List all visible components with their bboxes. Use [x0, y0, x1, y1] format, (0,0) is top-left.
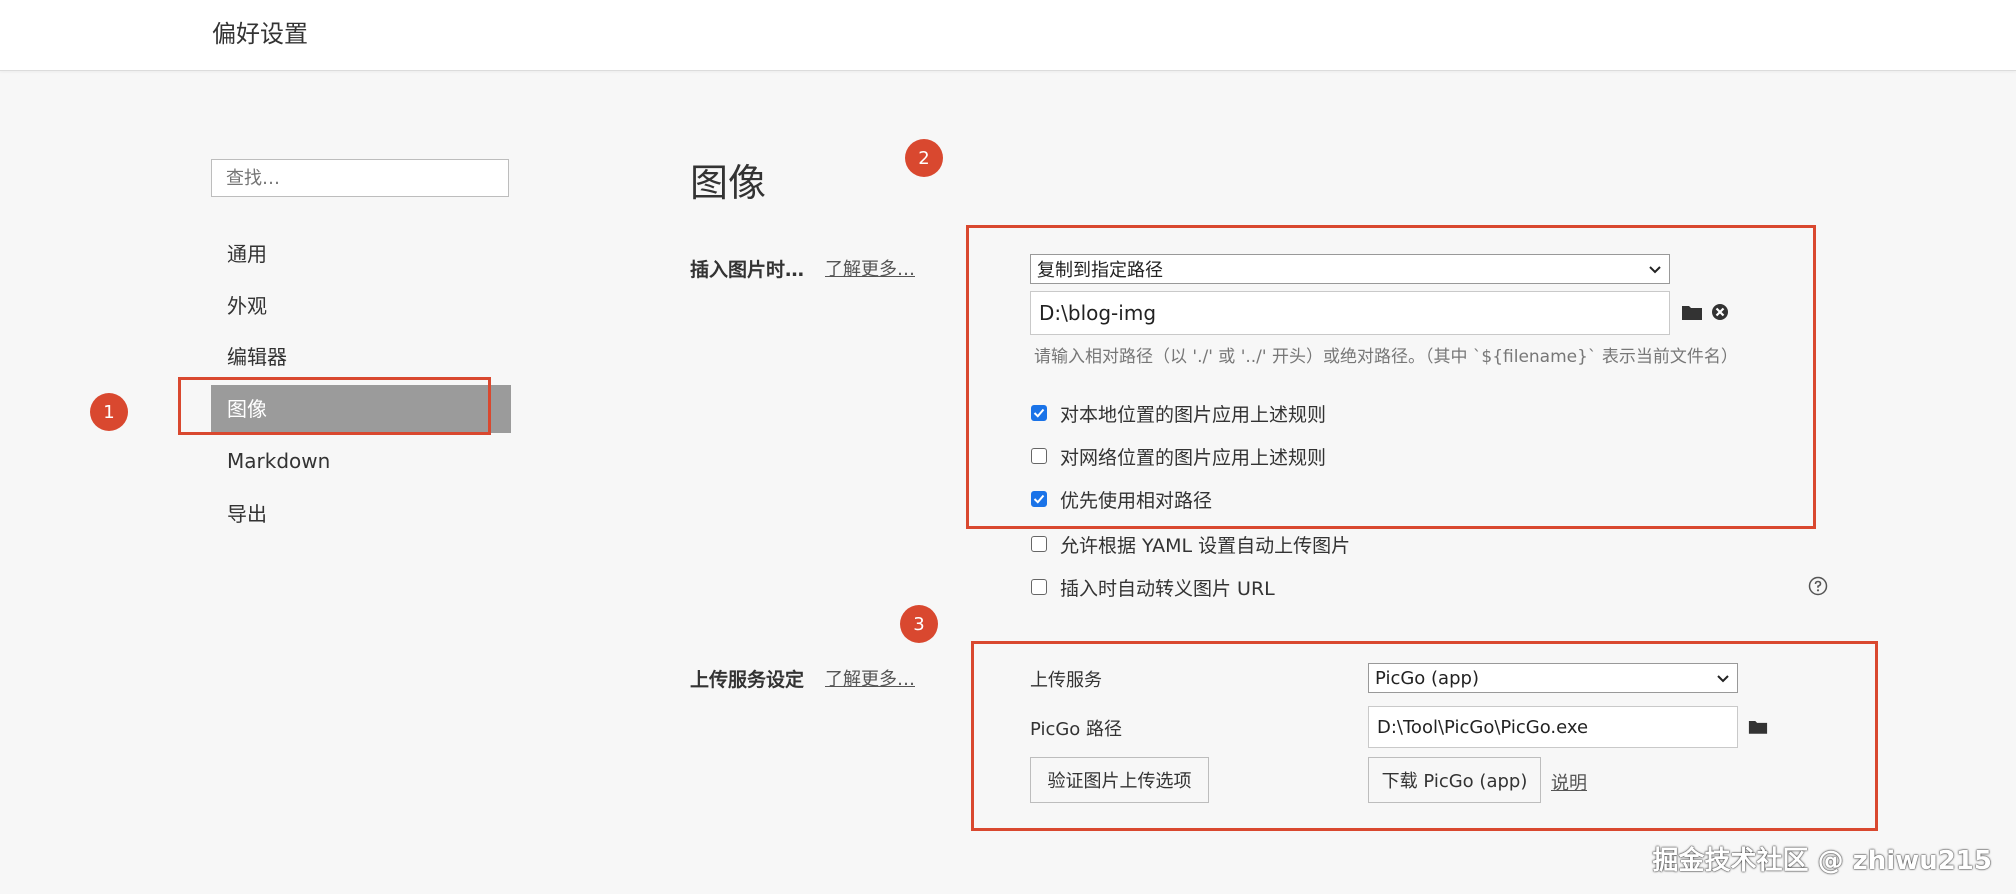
annotation-marker-2: 2 — [905, 139, 943, 177]
sidebar-item-appearance[interactable]: 外观 — [211, 282, 511, 330]
escape-url-checkbox[interactable] — [1031, 579, 1047, 595]
watermark-text: 掘金技术社区 @ zhiwu215 — [1652, 846, 1992, 876]
annotation-marker-1: 1 — [90, 393, 128, 431]
insert-image-section-label: 插入图片时… — [690, 259, 805, 281]
sidebar-item-export[interactable]: 导出 — [211, 490, 511, 538]
escape-url-label: 插入时自动转义图片 URL — [1060, 578, 1275, 600]
sidebar-item-markdown[interactable]: Markdown — [211, 437, 511, 485]
annotation-box-3 — [971, 641, 1878, 831]
yaml-upload-label: 允许根据 YAML 设置自动上传图片 — [1060, 535, 1351, 557]
yaml-upload-checkbox[interactable] — [1031, 536, 1047, 552]
page-title: 图像 — [690, 161, 767, 205]
upload-learn-more-link[interactable]: 了解更多… — [825, 665, 915, 691]
annotation-marker-3: 3 — [900, 605, 938, 643]
sidebar-item-editor[interactable]: 编辑器 — [211, 333, 511, 381]
window-title: 偏好设置 — [212, 20, 308, 48]
annotation-box-1 — [178, 377, 491, 435]
insert-learn-more-link[interactable]: 了解更多… — [825, 255, 915, 281]
annotation-box-2 — [966, 225, 1816, 529]
upload-service-section-label: 上传服务设定 — [690, 669, 805, 691]
sidebar-item-general[interactable]: 通用 — [211, 230, 511, 278]
search-input[interactable] — [211, 159, 509, 197]
help-icon[interactable] — [1808, 576, 1828, 600]
